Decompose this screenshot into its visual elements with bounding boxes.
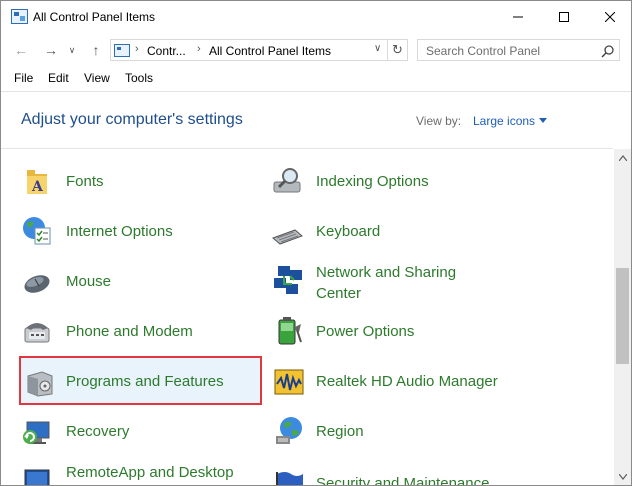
address-bar[interactable]: › Contr... › All Control Panel Items ∨	[110, 39, 388, 61]
svg-text:A: A	[31, 179, 44, 195]
arrow-left-icon: ←	[14, 42, 28, 58]
minimize-button[interactable]	[495, 1, 541, 33]
close-icon	[605, 12, 615, 22]
item-label: Network and Sharing	[316, 264, 457, 281]
item-label: Fonts	[66, 173, 104, 190]
content-divider	[1, 148, 613, 149]
battery-icon	[278, 317, 302, 345]
item-label: Keyboard	[316, 223, 381, 240]
item-label: RemoteApp and Desktop	[66, 464, 234, 481]
region-globe-icon	[276, 417, 302, 444]
item-region[interactable]: Region	[271, 410, 571, 454]
vertical-scrollbar[interactable]	[614, 149, 631, 485]
control-panel-icon	[114, 44, 130, 57]
item-label: Realtek HD Audio Manager	[316, 373, 498, 390]
recent-locations-button[interactable]: ∨	[65, 39, 79, 61]
menu-view[interactable]: View	[84, 71, 110, 85]
close-button[interactable]	[587, 1, 631, 33]
maximize-button[interactable]	[541, 1, 587, 33]
chevron-right-icon: ›	[197, 43, 201, 55]
page-title: Adjust your computer's settings	[21, 111, 243, 128]
back-button[interactable]: ←	[11, 39, 31, 61]
item-power-options[interactable]: Power Options	[271, 310, 571, 354]
item-label: Internet Options	[66, 223, 173, 240]
maximize-icon	[559, 12, 569, 22]
item-indexing-options[interactable]: Indexing Options	[271, 160, 571, 204]
menu-edit[interactable]: Edit	[48, 71, 69, 85]
control-panel-window: All Control Panel Items ← → ∨ ↑ › Contr.…	[0, 0, 632, 486]
scroll-up-button[interactable]	[614, 149, 631, 166]
chevron-right-icon: ›	[135, 43, 139, 55]
menu-file[interactable]: File	[14, 71, 33, 85]
chevron-down-icon[interactable]: ∨	[374, 43, 381, 54]
internet-globe-icon	[23, 217, 51, 245]
refresh-button[interactable]: ↻	[388, 39, 408, 61]
menu-bar: File Edit View Tools	[1, 67, 631, 89]
item-realtek-audio[interactable]: Realtek HD Audio Manager	[271, 360, 591, 404]
keyboard-icon	[272, 229, 303, 245]
scroll-down-icon	[618, 473, 627, 480]
view-by-dropdown[interactable]: Large icons	[473, 114, 535, 128]
item-label: Recovery	[66, 423, 130, 440]
item-label: Indexing Options	[316, 173, 429, 190]
window-title: All Control Panel Items	[33, 10, 156, 24]
breadcrumb-control-panel[interactable]: Contr...	[147, 44, 186, 58]
scrollbar-thumb[interactable]	[616, 268, 629, 364]
navigation-bar: ← → ∨ ↑ › Contr... › All Control Panel I…	[1, 35, 631, 65]
fonts-folder-icon: A	[27, 170, 47, 195]
item-phone-and-modem[interactable]: Phone and Modem	[21, 310, 251, 354]
search-box[interactable]: Search Control Panel	[417, 39, 620, 61]
recovery-icon	[23, 421, 50, 444]
phone-modem-icon	[24, 323, 50, 343]
search-icon	[601, 45, 614, 58]
chevron-down-icon: ∨	[68, 44, 76, 55]
item-recovery[interactable]: Recovery	[21, 410, 251, 454]
scroll-down-button[interactable]	[614, 468, 631, 485]
item-keyboard[interactable]: Keyboard	[271, 210, 571, 254]
item-label: Phone and Modem	[66, 323, 193, 340]
item-label: Region	[316, 423, 364, 440]
item-label: Power Options	[316, 323, 415, 340]
item-label-line2: Center	[316, 285, 362, 302]
item-programs-and-features[interactable]: Programs and Features	[21, 360, 251, 404]
item-mouse[interactable]: Mouse	[21, 260, 251, 304]
item-internet-options[interactable]: Internet Options	[21, 210, 251, 254]
item-network-sharing[interactable]: Network and Sharing Center	[271, 260, 571, 304]
item-remoteapp-desktop[interactable]: RemoteApp and Desktop	[21, 458, 251, 485]
title-bar: All Control Panel Items	[1, 1, 631, 33]
menu-divider	[1, 91, 631, 92]
arrow-up-icon: ↑	[92, 42, 100, 58]
network-icon	[274, 266, 302, 294]
minimize-icon	[513, 16, 523, 18]
item-security-maintenance[interactable]: Security and Maintenance	[271, 462, 571, 486]
security-flag-icon	[276, 472, 303, 485]
item-label: Security and Maintenance	[316, 475, 490, 486]
mouse-icon	[24, 275, 50, 293]
indexing-magnifier-icon	[273, 168, 301, 193]
refresh-icon: ↻	[392, 42, 403, 57]
forward-button[interactable]: →	[41, 39, 61, 61]
control-panel-icon	[11, 9, 28, 24]
view-by-label: View by:	[416, 114, 462, 128]
remote-desktop-icon	[24, 469, 50, 485]
search-input[interactable]: Search Control Panel	[426, 44, 540, 58]
up-button[interactable]: ↑	[86, 39, 106, 61]
scroll-up-icon	[618, 154, 627, 161]
caret-down-icon[interactable]	[539, 118, 547, 123]
breadcrumb-all-items[interactable]: All Control Panel Items	[209, 44, 331, 58]
item-fonts[interactable]: A Fonts	[21, 160, 251, 204]
item-label: Mouse	[66, 273, 112, 290]
menu-tools[interactable]: Tools	[125, 71, 153, 85]
item-label: Programs and Features	[66, 373, 224, 390]
audio-manager-icon	[274, 369, 304, 395]
programs-box-icon	[27, 371, 53, 397]
arrow-right-icon: →	[44, 42, 58, 58]
